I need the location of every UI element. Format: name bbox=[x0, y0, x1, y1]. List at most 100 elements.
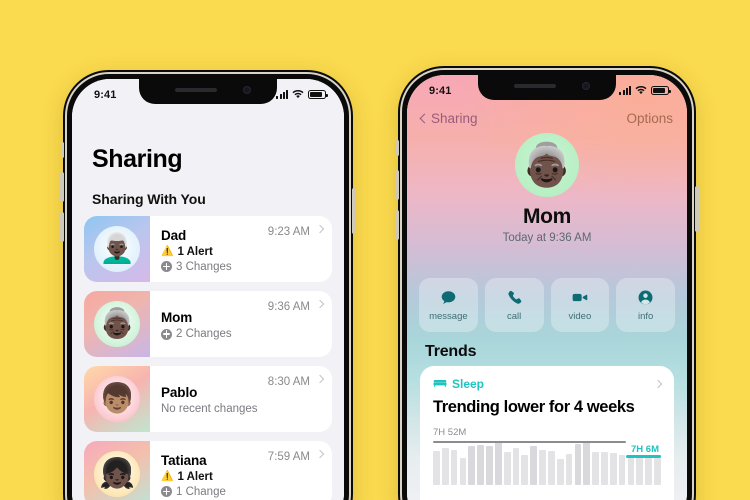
trends-section-title: Trends bbox=[425, 343, 477, 360]
wifi-icon bbox=[292, 90, 304, 99]
sleep-trend-chart: 7H 52M 7H 6M bbox=[433, 427, 661, 485]
avatar-tile: 👧🏿 bbox=[84, 441, 150, 500]
video-camera-icon bbox=[571, 289, 589, 306]
action-message[interactable]: message bbox=[419, 278, 478, 332]
status-time: 9:41 bbox=[94, 88, 117, 101]
quick-actions: message call video info bbox=[419, 278, 675, 332]
profile-header: 👵🏿 Mom Today at 9:36 AM bbox=[407, 133, 687, 244]
navigation-bar: Sharing Options bbox=[407, 105, 687, 131]
row-body: Tatiana 7:59 AM ⚠️ 1 Alert 1 Change bbox=[150, 441, 332, 500]
chart-bar bbox=[618, 455, 626, 485]
back-button[interactable]: Sharing bbox=[419, 110, 478, 126]
chart-bar bbox=[574, 443, 582, 485]
avatar: 👵🏿 bbox=[94, 301, 140, 347]
volume-down-button[interactable] bbox=[395, 210, 399, 240]
action-message-label: message bbox=[429, 310, 468, 322]
chart-bars bbox=[433, 441, 661, 485]
chart-bar bbox=[636, 456, 644, 485]
action-info[interactable]: info bbox=[616, 278, 675, 332]
left-phone-screen: 9:41 Sharing Sharing With You bbox=[72, 79, 344, 500]
back-button-label: Sharing bbox=[431, 110, 478, 126]
row-timestamp: 8:30 AM bbox=[267, 376, 310, 388]
action-video[interactable]: video bbox=[550, 278, 610, 332]
silent-switch[interactable] bbox=[61, 142, 64, 158]
chart-bar bbox=[654, 457, 661, 485]
chart-bar bbox=[556, 459, 564, 485]
table-row[interactable]: 👨🏿‍🦳 Dad 9:23 AM ⚠️ 1 Alert bbox=[84, 216, 332, 282]
screenshot-stage: 9:41 Sharing Sharing With You bbox=[0, 0, 750, 500]
chart-bar bbox=[494, 441, 502, 485]
changes-row: 3 Changes bbox=[161, 261, 324, 273]
sharing-list-screen: 9:41 Sharing Sharing With You bbox=[72, 79, 344, 500]
trend-headline: Trending lower for 4 weeks bbox=[433, 398, 635, 416]
chart-bar bbox=[512, 448, 520, 485]
changes-label: 2 Changes bbox=[176, 328, 232, 340]
table-row[interactable]: 👦🏽 Pablo 8:30 AM No recent changes bbox=[84, 366, 332, 432]
no-changes-row: No recent changes bbox=[161, 403, 324, 415]
phone-icon bbox=[506, 289, 523, 306]
row-body: Mom 9:36 AM 2 Changes bbox=[150, 291, 332, 357]
status-bar: 9:41 bbox=[72, 79, 344, 106]
status-time: 9:41 bbox=[429, 84, 452, 97]
silent-switch[interactable] bbox=[396, 140, 399, 156]
chevron-right-icon bbox=[315, 299, 325, 309]
changes-row: 2 Changes bbox=[161, 328, 324, 340]
chart-bar bbox=[521, 455, 529, 485]
volume-down-button[interactable] bbox=[60, 212, 64, 242]
chart-bar bbox=[592, 451, 599, 485]
chart-bar bbox=[539, 449, 546, 485]
avatar: 👦🏽 bbox=[94, 376, 140, 422]
table-row[interactable]: 👧🏿 Tatiana 7:59 AM ⚠️ 1 Alert 1 Change bbox=[84, 441, 332, 500]
profile-subtitle: Today at 9:36 AM bbox=[502, 232, 592, 244]
chart-bar bbox=[433, 450, 440, 485]
volume-up-button[interactable] bbox=[60, 172, 64, 202]
trend-card[interactable]: Sleep Trending lower for 4 weeks 7H 52M … bbox=[420, 366, 674, 500]
battery-icon bbox=[308, 90, 328, 99]
table-row[interactable]: 👵🏿 Mom 9:36 AM 2 Changes bbox=[84, 291, 332, 357]
power-button[interactable] bbox=[695, 186, 699, 232]
chart-bar bbox=[477, 445, 484, 485]
battery-icon bbox=[651, 86, 671, 95]
avatar: 👵🏿 bbox=[515, 133, 579, 197]
chart-bar bbox=[450, 449, 458, 485]
contact-name: Tatiana bbox=[161, 452, 207, 468]
contact-name: Dad bbox=[161, 227, 187, 243]
action-info-label: info bbox=[637, 310, 654, 322]
row-timestamp: 9:23 AM bbox=[267, 226, 310, 238]
action-call[interactable]: call bbox=[484, 278, 544, 332]
chevron-right-icon bbox=[315, 374, 325, 384]
changes-row: 1 Change bbox=[161, 486, 324, 498]
options-button[interactable]: Options bbox=[626, 111, 673, 126]
changes-icon bbox=[161, 328, 172, 340]
chart-bar bbox=[645, 455, 652, 485]
alert-row: ⚠️ 1 Alert bbox=[161, 471, 324, 483]
status-icons bbox=[619, 86, 671, 95]
changes-icon bbox=[161, 486, 172, 497]
contact-detail-screen: 9:41 Sharing Options 👵🏿 Mom Today at 9:3… bbox=[407, 75, 687, 500]
contact-name: Pablo bbox=[161, 385, 198, 400]
volume-up-button[interactable] bbox=[395, 170, 399, 200]
alert-icon: ⚠️ bbox=[161, 470, 174, 482]
alert-label: 1 Alert bbox=[177, 245, 213, 258]
right-phone-screen: 9:41 Sharing Options 👵🏿 Mom Today at 9:3… bbox=[407, 75, 687, 500]
row-timestamp: 9:36 AM bbox=[267, 301, 310, 313]
action-call-label: call bbox=[506, 310, 522, 322]
power-button[interactable] bbox=[352, 188, 356, 234]
trend-category-label: Sleep bbox=[452, 377, 485, 391]
row-timestamp: 7:59 AM bbox=[267, 451, 310, 463]
avatar-tile: 👦🏽 bbox=[84, 366, 150, 432]
chart-bar bbox=[601, 451, 608, 485]
message-bubble-icon bbox=[440, 289, 457, 306]
action-video-label: video bbox=[568, 310, 592, 322]
profile-name: Mom bbox=[522, 205, 572, 228]
chevron-left-icon bbox=[419, 113, 430, 123]
chart-bar bbox=[503, 452, 511, 485]
chart-bar bbox=[547, 450, 555, 485]
avatar: 👧🏿 bbox=[94, 451, 140, 497]
row-body: Pablo 8:30 AM No recent changes bbox=[150, 366, 332, 432]
alert-label: 1 Alert bbox=[177, 470, 213, 483]
alert-row: ⚠️ 1 Alert bbox=[161, 246, 324, 258]
contact-name: Mom bbox=[161, 310, 193, 325]
chart-bar bbox=[486, 446, 493, 485]
avg-4week-line bbox=[625, 455, 661, 458]
